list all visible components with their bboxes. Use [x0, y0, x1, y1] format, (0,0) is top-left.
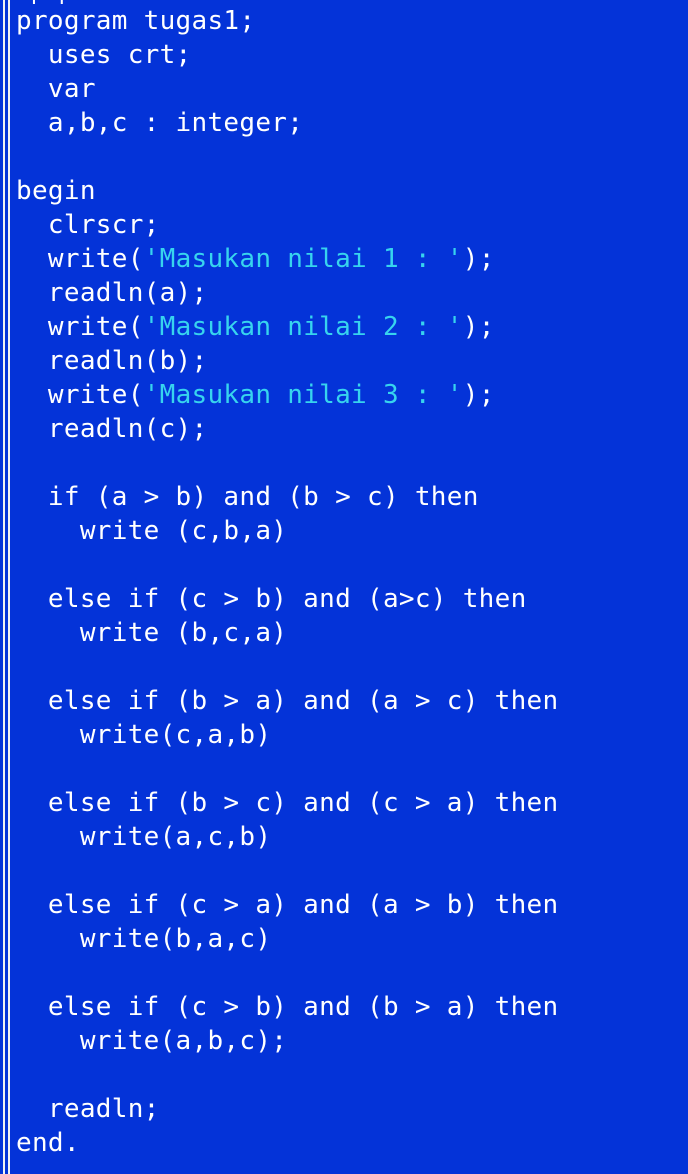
code-token: else if (c > a) and (a > b) then: [47, 890, 559, 920]
code-line[interactable]: write(a,b,c);: [16, 1024, 558, 1058]
code-line[interactable]: readln;: [16, 1092, 558, 1126]
code-token: uses crt;: [47, 40, 192, 70]
code-line[interactable]: write('Masukan nilai 3 : ');: [16, 378, 558, 412]
code-line[interactable]: clrscr;: [16, 208, 558, 242]
window-frame-left-inner: [8, 0, 10, 1174]
code-line[interactable]: write('Masukan nilai 1 : ');: [16, 242, 558, 276]
code-token: else if (c > b) and (b > a) then: [47, 992, 559, 1022]
string-literal: 'Masukan nilai 1 : ': [143, 244, 463, 274]
code-line[interactable]: write(c,a,b): [16, 718, 558, 752]
code-token: readln(c);: [47, 414, 208, 444]
string-literal: 'Masukan nilai 2 : ': [143, 312, 463, 342]
code-line[interactable]: write('Masukan nilai 2 : ');: [16, 310, 558, 344]
code-token: if (a > b) and (b > c) then: [47, 482, 479, 512]
code-line[interactable]: var: [16, 72, 558, 106]
code-line[interactable]: write (c,b,a): [16, 514, 558, 548]
code-token: program tugas1;: [16, 6, 256, 36]
code-token: clrscr;: [47, 210, 160, 240]
code-line[interactable]: [16, 548, 558, 582]
code-token: a,b,c : integer;: [47, 108, 304, 138]
code-token: readln(a);: [47, 278, 208, 308]
pascal-editor-window[interactable]: [ ] program tugas1; uses crt; var a,b,c …: [0, 0, 688, 1174]
code-line[interactable]: [16, 140, 558, 174]
code-line[interactable]: end.: [16, 1126, 558, 1160]
code-line[interactable]: else if (c > b) and (b > a) then: [16, 990, 558, 1024]
code-editor[interactable]: program tugas1; uses crt; var a,b,c : in…: [16, 4, 558, 1160]
window-frame-left-outer: [3, 0, 5, 1174]
code-line[interactable]: else if (c > b) and (a>c) then: [16, 582, 558, 616]
code-line[interactable]: write(a,c,b): [16, 820, 558, 854]
code-token: else if (b > c) and (c > a) then: [47, 788, 559, 818]
code-token: write (c,b,a): [79, 516, 288, 546]
code-line[interactable]: [16, 956, 558, 990]
code-line[interactable]: a,b,c : integer;: [16, 106, 558, 140]
code-line[interactable]: [16, 650, 558, 684]
code-token: else if (b > a) and (a > c) then: [47, 686, 559, 716]
code-line[interactable]: readln(b);: [16, 344, 558, 378]
code-token: );: [462, 380, 495, 410]
code-line[interactable]: readln(c);: [16, 412, 558, 446]
code-token: );: [462, 244, 495, 274]
code-line[interactable]: program tugas1;: [16, 4, 558, 38]
code-line[interactable]: [16, 1058, 558, 1092]
code-line[interactable]: [16, 752, 558, 786]
code-token: var: [47, 74, 96, 104]
code-token: write(b,a,c): [79, 924, 272, 954]
code-token: readln;: [47, 1094, 160, 1124]
code-line[interactable]: else if (b > a) and (a > c) then: [16, 684, 558, 718]
code-line[interactable]: [16, 854, 558, 888]
code-line[interactable]: readln(a);: [16, 276, 558, 310]
code-token: end.: [16, 1128, 80, 1158]
code-line[interactable]: write (b,c,a): [16, 616, 558, 650]
code-line[interactable]: begin: [16, 174, 558, 208]
code-token: write (b,c,a): [79, 618, 288, 648]
string-literal: 'Masukan nilai 3 : ': [143, 380, 463, 410]
code-token: write(: [47, 244, 144, 274]
code-token: );: [462, 312, 495, 342]
code-token: write(: [47, 380, 144, 410]
code-line[interactable]: else if (b > c) and (c > a) then: [16, 786, 558, 820]
code-line[interactable]: [16, 446, 558, 480]
code-token: begin: [16, 176, 96, 206]
code-line[interactable]: uses crt;: [16, 38, 558, 72]
code-token: else if (c > b) and (a>c) then: [47, 584, 527, 614]
code-token: readln(b);: [47, 346, 208, 376]
code-token: write(c,a,b): [79, 720, 272, 750]
code-token: write(a,c,b): [79, 822, 272, 852]
code-token: write(: [47, 312, 144, 342]
code-line[interactable]: else if (c > a) and (a > b) then: [16, 888, 558, 922]
code-line[interactable]: if (a > b) and (b > c) then: [16, 480, 558, 514]
code-token: write(a,b,c);: [79, 1026, 288, 1056]
code-line[interactable]: write(b,a,c): [16, 922, 558, 956]
